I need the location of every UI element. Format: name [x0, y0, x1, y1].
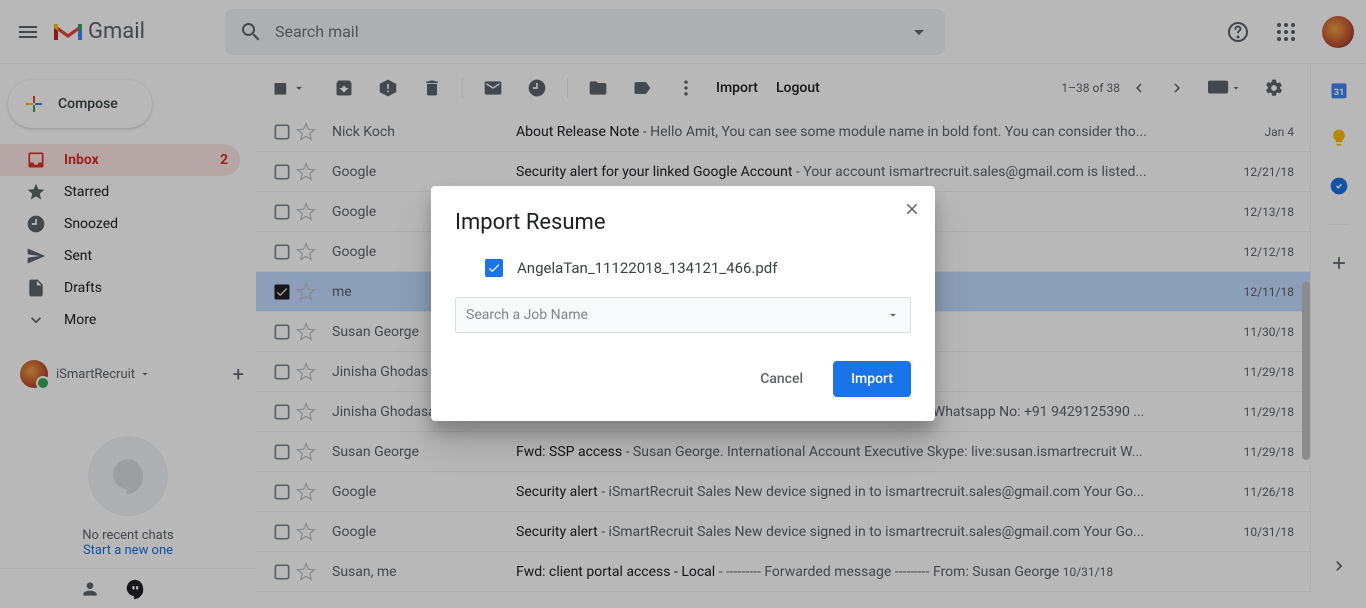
check-icon	[487, 261, 501, 275]
import-resume-modal: Import Resume AngelaTan_11122018_134121_…	[431, 186, 935, 421]
job-search-dropdown[interactable]: Search a Job Name	[455, 297, 911, 333]
attachment-row: AngelaTan_11122018_134121_466.pdf	[455, 259, 911, 277]
import-button[interactable]: Import	[833, 361, 911, 397]
close-icon	[903, 200, 921, 218]
dropdown-caret-icon	[886, 308, 900, 322]
modal-title: Import Resume	[455, 210, 911, 235]
job-search-placeholder: Search a Job Name	[466, 307, 588, 323]
cancel-button[interactable]: Cancel	[742, 361, 821, 397]
modal-scrim: Import Resume AngelaTan_11122018_134121_…	[0, 0, 1366, 608]
attachment-checkbox[interactable]	[485, 259, 503, 277]
attachment-filename: AngelaTan_11122018_134121_466.pdf	[517, 259, 778, 277]
modal-close-button[interactable]	[903, 200, 921, 218]
